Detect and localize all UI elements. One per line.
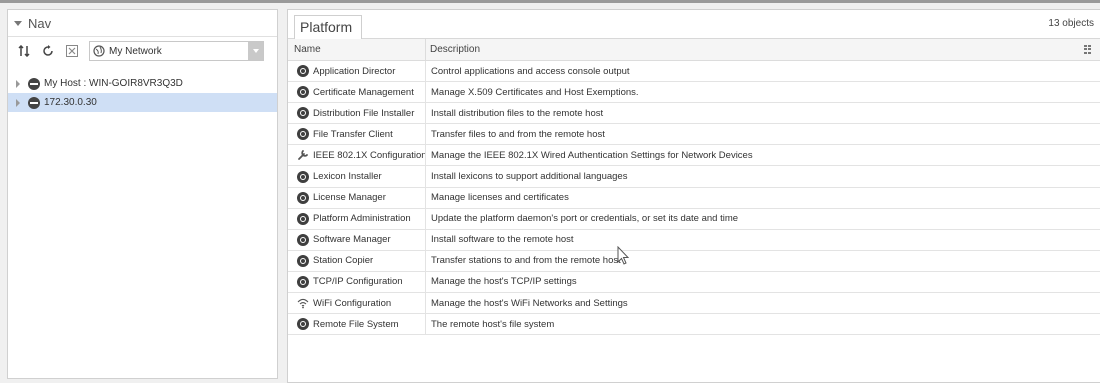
row-name-cell[interactable]: Distribution File Installer [288, 107, 425, 120]
table-row[interactable]: Station Copier Transfer stations to and f… [288, 250, 1100, 272]
row-name-label: License Manager [313, 192, 386, 204]
row-description-cell: Install lexicons to support additional l… [425, 166, 627, 187]
row-name-label: TCP/IP Configuration [313, 276, 403, 288]
row-name-cell[interactable]: WiFi Configuration [288, 297, 425, 309]
nav-tree: My Host : WIN-GOIR8VR3Q3D 172.30.0.30 [8, 74, 277, 112]
row-name-label: Software Manager [313, 234, 391, 246]
wifi-icon [297, 297, 309, 309]
expand-triangle-icon[interactable] [16, 98, 20, 107]
platform-view: Platform 13 objects Name Description App… [287, 9, 1100, 383]
column-chooser-icon[interactable] [1084, 45, 1091, 54]
row-name-label: Station Copier [313, 255, 374, 267]
row-description-cell: Manage X.509 Certificates and Host Exemp… [425, 82, 639, 103]
nav-title: Nav [28, 15, 52, 31]
table-row[interactable]: Certificate Management Manage X.509 Certi… [288, 82, 1100, 104]
lexicon-icon [297, 170, 309, 183]
table-body: Application Director Control applications… [288, 61, 1100, 336]
tree-item-ip-host[interactable]: 172.30.0.30 [8, 93, 277, 112]
software-icon [297, 233, 309, 246]
table-row[interactable]: Software Manager Install software to the … [288, 229, 1100, 251]
row-description-cell: Manage the IEEE 802.1X Wired Authenticat… [425, 145, 753, 166]
table-row[interactable]: Platform Administration Update the platfo… [288, 208, 1100, 230]
row-description-cell: Transfer stations to and from the remote… [425, 250, 621, 271]
row-name-label: Distribution File Installer [313, 107, 415, 119]
table-row[interactable]: Lexicon Installer Install lexicons to sup… [288, 166, 1100, 188]
remote-fs-icon [297, 318, 309, 331]
row-name-cell[interactable]: Station Copier [288, 254, 425, 267]
nav-header[interactable]: Nav [8, 10, 277, 37]
window-top-border [0, 0, 1100, 3]
wrench-icon [297, 149, 309, 161]
tab-platform[interactable]: Platform [294, 15, 363, 40]
globe-icon [90, 45, 108, 57]
row-description-cell: Install distribution files to the remote… [425, 103, 603, 124]
table-row[interactable]: TCP/IP Configuration Manage the host's TC… [288, 271, 1100, 294]
tree-item-label: 172.30.0.30 [44, 97, 97, 108]
table-row[interactable]: WiFi Configuration Manage the host's WiFi… [288, 293, 1100, 315]
row-name-cell[interactable]: IEEE 802.1X Configuration [288, 149, 427, 161]
row-name-cell[interactable]: File Transfer Client [288, 128, 425, 141]
network-select-value: My Network [109, 45, 162, 57]
row-description-cell: The remote host's file system [425, 314, 554, 335]
row-name-cell[interactable]: Certificate Management [288, 86, 425, 99]
table-row[interactable]: Application Director Control applications… [288, 61, 1100, 83]
tcpip-icon [297, 275, 309, 288]
platform-admin-icon [297, 212, 309, 225]
table-row[interactable]: Remote File System The remote host's file… [288, 314, 1100, 336]
distribution-icon [297, 107, 309, 120]
row-description-cell: Transfer files to and from the remote ho… [425, 124, 605, 145]
expand-triangle-icon[interactable] [16, 79, 20, 88]
tree-item-my-host[interactable]: My Host : WIN-GOIR8VR3Q3D [8, 74, 277, 93]
nav-toolbar: My Network [8, 37, 277, 65]
row-description-cell: Manage the host's TCP/IP settings [425, 271, 577, 293]
row-description-cell: Control applications and access console … [425, 61, 630, 82]
license-icon [297, 191, 309, 204]
row-name-cell[interactable]: TCP/IP Configuration [288, 275, 425, 288]
row-name-cell[interactable]: Platform Administration [288, 212, 425, 225]
refresh-icon[interactable] [39, 42, 57, 60]
object-count: 13 objects [1048, 18, 1094, 29]
row-description-cell: Manage licenses and certificates [425, 187, 569, 208]
row-name-cell[interactable]: Remote File System [288, 318, 425, 331]
column-header-name[interactable]: Name [288, 44, 425, 55]
table-row[interactable]: Distribution File Installer Install distr… [288, 103, 1100, 125]
row-name-cell[interactable]: Software Manager [288, 233, 425, 246]
table-row[interactable]: License Manager Manage licenses and certi… [288, 187, 1100, 209]
station-copier-icon [297, 254, 309, 267]
host-icon [28, 77, 40, 90]
row-name-label: IEEE 802.1X Configuration [313, 149, 427, 161]
row-name-cell[interactable]: Lexicon Installer [288, 170, 425, 183]
row-name-label: Platform Administration [313, 213, 411, 225]
file-transfer-icon [297, 128, 309, 141]
tree-item-label: My Host : WIN-GOIR8VR3Q3D [44, 78, 183, 89]
certificate-icon [297, 86, 309, 99]
network-select[interactable]: My Network [89, 41, 264, 61]
row-name-label: Remote File System [313, 318, 399, 330]
row-name-label: Lexicon Installer [313, 171, 382, 183]
table-row[interactable]: File Transfer Client Transfer files to an… [288, 124, 1100, 146]
row-name-label: Certificate Management [313, 86, 414, 98]
row-description-cell: Install software to the remote host [425, 229, 574, 250]
application-director-icon [297, 65, 309, 78]
row-name-label: File Transfer Client [313, 128, 393, 140]
chevron-down-icon[interactable] [248, 42, 263, 60]
nav-panel: Nav My Network My Host : WIN-GOIR8VR3Q3D [7, 9, 278, 379]
row-description-cell: Manage the host's WiFi Networks and Sett… [425, 293, 628, 314]
close-icon[interactable] [63, 42, 81, 60]
sync-arrows-icon[interactable] [15, 42, 33, 60]
row-name-label: WiFi Configuration [313, 297, 392, 309]
row-description-cell: Update the platform daemon's port or cre… [425, 208, 738, 229]
table-row[interactable]: IEEE 802.1X Configuration Manage the IEEE… [288, 145, 1100, 167]
view-header: Platform 13 objects [288, 10, 1100, 40]
collapse-caret-icon[interactable] [14, 21, 22, 26]
row-name-label: Application Director [313, 65, 396, 77]
row-name-cell[interactable]: Application Director [288, 65, 425, 78]
column-header-description[interactable]: Description [425, 38, 480, 61]
host-icon [28, 96, 40, 109]
table-header: Name Description [288, 38, 1100, 61]
row-name-cell[interactable]: License Manager [288, 191, 425, 204]
